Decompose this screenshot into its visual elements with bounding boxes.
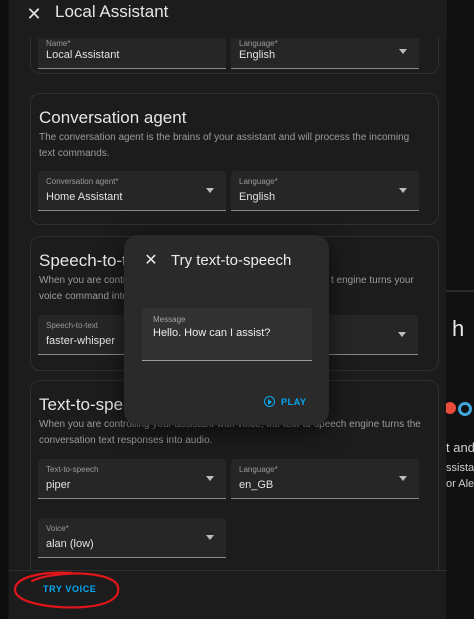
chevron-down-icon	[399, 49, 407, 54]
background-text: h	[452, 316, 465, 341]
dialog-header: ✕ Local Assistant	[9, 0, 447, 38]
chevron-down-icon	[206, 475, 214, 481]
conversation-agent-select[interactable]: Conversation agent* Home Assistant	[38, 171, 226, 211]
field-value: alan (low)	[46, 538, 94, 550]
background-page: h t and ssista or Alex	[446, 0, 474, 619]
play-label: PLAY	[281, 396, 307, 407]
field-label: Message	[153, 315, 186, 324]
dialog-title: Local Assistant	[55, 2, 169, 21]
field-value: Home Assistant	[46, 191, 123, 203]
background-text: ssista	[446, 462, 474, 474]
field-value: en_GB	[239, 479, 274, 491]
field-label: Text-to-speech	[46, 465, 99, 474]
section-title: Text-to-spee	[39, 395, 133, 414]
section-description: t engine turns your	[331, 275, 414, 286]
field-label: Conversation agent*	[46, 177, 119, 186]
tts-language-select[interactable]: Language* en_GB	[231, 459, 419, 499]
field-label: Language*	[239, 177, 278, 186]
field-label: Name*	[46, 39, 71, 48]
close-icon[interactable]: ✕	[142, 251, 160, 269]
section-description: The conversation agent is the brains of …	[39, 132, 410, 159]
conversation-language-select[interactable]: Language* English	[231, 171, 419, 211]
annotation-circle	[13, 571, 120, 609]
google-logo-icon	[446, 402, 456, 414]
try-tts-dialog: ✕ Try text-to-speech Message Hello. How …	[124, 235, 329, 425]
background-divider	[446, 290, 474, 292]
tts-engine-select[interactable]: Text-to-speech piper	[38, 459, 226, 499]
conversation-card: Conversation agent The conversation agen…	[30, 93, 439, 225]
field-label: Speech-to-text	[46, 321, 99, 330]
field-value: Hello. How can I assist?	[153, 327, 271, 339]
field-value: faster-whisper	[46, 335, 116, 347]
field-label: Language*	[239, 39, 278, 48]
message-input[interactable]: Message Hello. How can I assist?	[142, 308, 312, 361]
close-icon[interactable]: ✕	[23, 3, 45, 25]
field-label: Voice*	[46, 524, 69, 533]
chevron-down-icon	[206, 187, 214, 193]
assistant-logo-icon	[458, 402, 472, 416]
background-text: t and	[446, 440, 474, 455]
language-select[interactable]: Language* English	[231, 36, 419, 69]
field-value: English	[239, 191, 276, 203]
tts-voice-select[interactable]: Voice* alan (low)	[38, 518, 226, 558]
name-field[interactable]: Name* Local Assistant	[38, 36, 226, 69]
chevron-down-icon	[399, 475, 407, 481]
chevron-down-icon	[206, 534, 214, 540]
play-button[interactable]: PLAY	[264, 396, 307, 407]
section-title: Conversation agent	[39, 108, 187, 127]
dialog-title: Try text-to-speech	[171, 252, 292, 269]
background-text: or Alex	[446, 478, 474, 490]
field-value: Local Assistant	[46, 49, 120, 61]
field-value: English	[239, 49, 276, 61]
chevron-down-icon	[399, 187, 407, 193]
field-label: Language*	[239, 465, 278, 474]
section-title: Speech-to-te	[39, 251, 137, 270]
play-icon	[264, 396, 275, 407]
chevron-down-icon	[398, 331, 406, 337]
field-value: piper	[46, 479, 71, 491]
